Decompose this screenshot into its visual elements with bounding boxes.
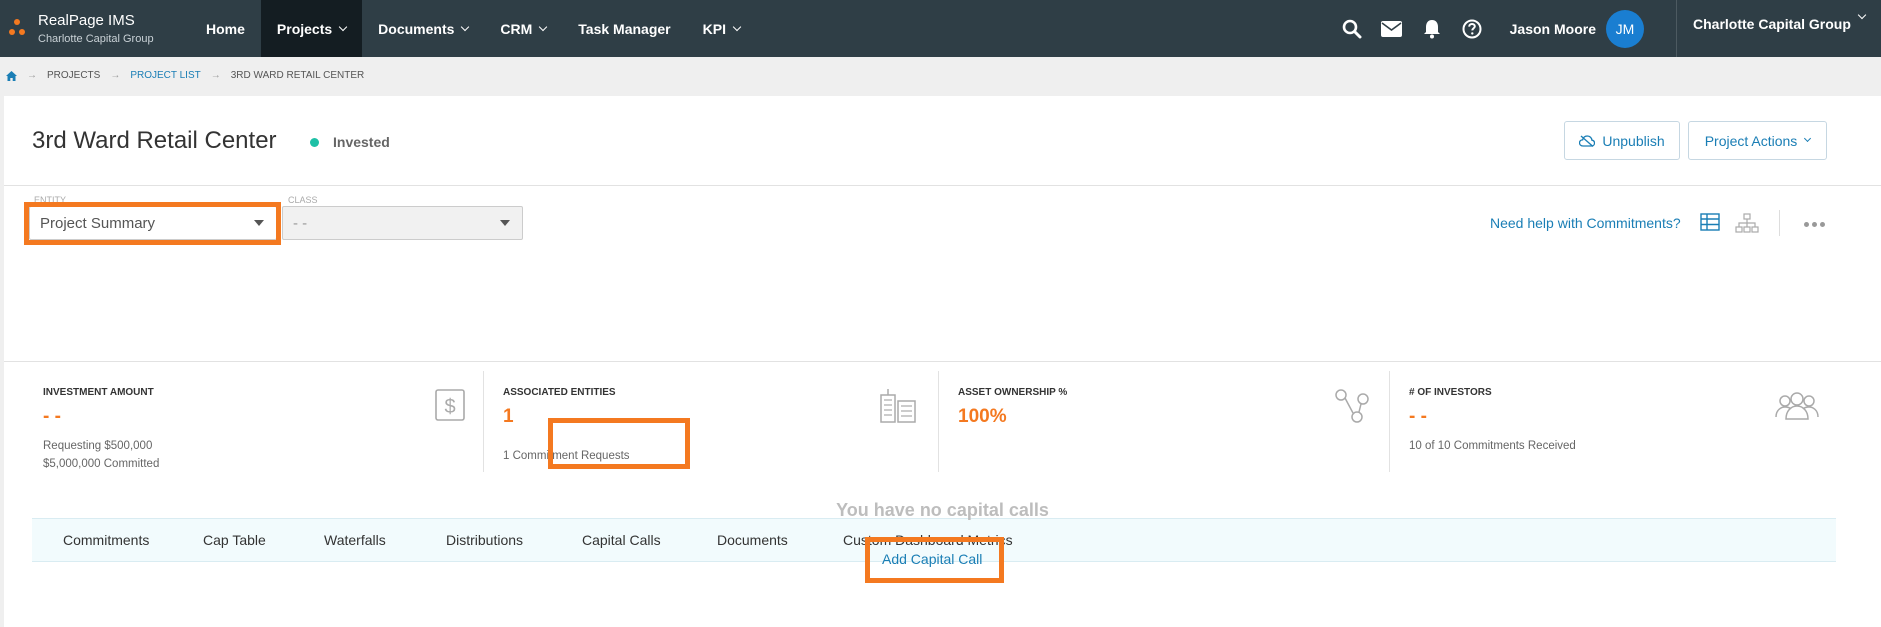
stat-number-of-investors: # OF INVESTORS - - 10 of 10 Commitments … bbox=[1409, 371, 1829, 472]
class-label: CLASS bbox=[288, 195, 318, 205]
logo-icon bbox=[8, 9, 34, 49]
stat-value: - - bbox=[1409, 406, 1427, 427]
avatar[interactable]: JM bbox=[1606, 9, 1644, 48]
stat-note: 10 of 10 Commitments Received bbox=[1409, 440, 1576, 452]
help-commitments-link[interactable]: Need help with Commitments? bbox=[1490, 215, 1681, 231]
class-select[interactable]: - - bbox=[282, 206, 523, 240]
svg-text:$: $ bbox=[444, 396, 455, 418]
caret-down-icon bbox=[254, 220, 264, 226]
page-title: 3rd Ward Retail Center bbox=[32, 127, 277, 154]
stat-divider bbox=[483, 371, 484, 472]
users-icon bbox=[1775, 392, 1819, 420]
stat-divider bbox=[938, 371, 939, 472]
nav-documents[interactable]: Documents bbox=[362, 0, 484, 57]
stat-note: $5,000,000 Committed bbox=[43, 458, 160, 470]
mail-icon[interactable] bbox=[1381, 18, 1403, 40]
stat-note: Requesting $500,000 bbox=[43, 440, 153, 452]
bell-icon[interactable] bbox=[1421, 18, 1443, 40]
project-card: 3rd Ward Retail Center Invested Unpublis… bbox=[4, 96, 1881, 627]
stats-panel: INVESTMENT AMOUNT - - Requesting $500,00… bbox=[4, 361, 1881, 472]
stat-asset-ownership: ASSET OWNERSHIP % 100% bbox=[958, 371, 1378, 472]
filter-bar: ENTITY Project Summary CLASS - - Need he… bbox=[4, 186, 1881, 361]
nav-kpi[interactable]: KPI bbox=[687, 0, 756, 57]
brand-subtitle: Charlotte Capital Group bbox=[38, 33, 154, 45]
breadcrumb: → PROJECTS → PROJECT LIST → 3RD WARD RET… bbox=[6, 70, 364, 81]
stat-value: - - bbox=[43, 406, 61, 427]
entity-select[interactable]: Project Summary bbox=[29, 206, 277, 240]
stat-note: 1 Commitment Requests bbox=[503, 450, 630, 462]
nav-task-manager[interactable]: Task Manager bbox=[562, 0, 686, 57]
cloud-off-icon bbox=[1579, 134, 1596, 147]
stat-label: ASSET OWNERSHIP % bbox=[958, 387, 1068, 398]
breadcrumb-separator-icon: → bbox=[110, 70, 121, 81]
chevron-down-icon bbox=[1857, 10, 1867, 20]
status-dot-icon bbox=[310, 137, 319, 147]
tab-custom-dashboard-metrics[interactable]: Custom Dashboard Metrics bbox=[843, 532, 1013, 548]
tab-documents[interactable]: Documents bbox=[717, 532, 788, 548]
empty-state-message: You have no capital calls bbox=[836, 500, 1049, 520]
chevron-down-icon bbox=[539, 22, 548, 31]
tab-waterfalls[interactable]: Waterfalls bbox=[324, 532, 386, 548]
help-icon[interactable] bbox=[1461, 18, 1483, 40]
breadcrumb-projects[interactable]: PROJECTS bbox=[47, 70, 100, 81]
toolbar-divider bbox=[1779, 210, 1780, 236]
org-switcher[interactable]: Charlotte Capital Group bbox=[1676, 0, 1881, 57]
nav-crm[interactable]: CRM bbox=[484, 0, 562, 57]
more-options-icon[interactable] bbox=[1804, 222, 1825, 227]
hierarchy-view-icon[interactable] bbox=[1735, 213, 1759, 233]
add-capital-call-link[interactable]: Add Capital Call bbox=[882, 551, 982, 567]
unpublish-button[interactable]: Unpublish bbox=[1564, 121, 1680, 160]
caret-down-icon bbox=[500, 220, 510, 226]
breadcrumb-current: 3RD WARD RETAIL CENTER bbox=[230, 70, 365, 81]
tab-commitments[interactable]: Commitments bbox=[63, 532, 149, 548]
search-icon[interactable] bbox=[1341, 18, 1363, 40]
stat-label: # OF INVESTORS bbox=[1409, 387, 1492, 398]
buildings-icon bbox=[880, 389, 916, 423]
tab-capital-calls[interactable]: Capital Calls bbox=[582, 532, 661, 548]
status-badge: Invested bbox=[310, 134, 390, 150]
stat-associated-entities: ASSOCIATED ENTITIES 1 1 Commitment Reque… bbox=[503, 371, 923, 472]
brand-title: RealPage IMS bbox=[38, 12, 135, 29]
stat-divider bbox=[1389, 371, 1390, 472]
home-icon[interactable] bbox=[6, 70, 17, 81]
breadcrumb-project-list[interactable]: PROJECT LIST bbox=[130, 70, 200, 81]
project-actions-button[interactable]: Project Actions bbox=[1688, 121, 1827, 160]
chevron-down-icon bbox=[732, 22, 742, 31]
breadcrumb-separator-icon: → bbox=[27, 70, 37, 81]
nav-home[interactable]: Home bbox=[190, 0, 261, 57]
chevron-down-icon bbox=[338, 22, 348, 31]
stat-investment-amount: INVESTMENT AMOUNT - - Requesting $500,00… bbox=[43, 371, 465, 472]
project-header: 3rd Ward Retail Center Invested Unpublis… bbox=[4, 96, 1881, 186]
stat-label: INVESTMENT AMOUNT bbox=[43, 387, 154, 398]
breadcrumb-separator-icon: → bbox=[210, 70, 221, 81]
brand[interactable]: RealPage IMS Charlotte Capital Group bbox=[0, 0, 190, 57]
nav-projects[interactable]: Projects bbox=[260, 0, 363, 57]
tab-distributions[interactable]: Distributions bbox=[446, 532, 523, 548]
entity-label: ENTITY bbox=[34, 195, 67, 205]
share-nodes-icon bbox=[1335, 389, 1369, 423]
top-navbar: RealPage IMS Charlotte Capital Group Hom… bbox=[0, 0, 1881, 57]
stat-label: ASSOCIATED ENTITIES bbox=[503, 387, 616, 398]
chevron-down-icon bbox=[461, 22, 470, 31]
user-name[interactable]: Jason Moore bbox=[1510, 21, 1596, 37]
chevron-down-icon bbox=[1804, 134, 1812, 143]
stat-value: 1 bbox=[503, 406, 514, 427]
stat-value: 100% bbox=[958, 406, 1007, 427]
dollar-icon: $ bbox=[435, 389, 465, 421]
table-view-icon[interactable] bbox=[1700, 213, 1720, 231]
tab-cap-table[interactable]: Cap Table bbox=[203, 532, 266, 548]
